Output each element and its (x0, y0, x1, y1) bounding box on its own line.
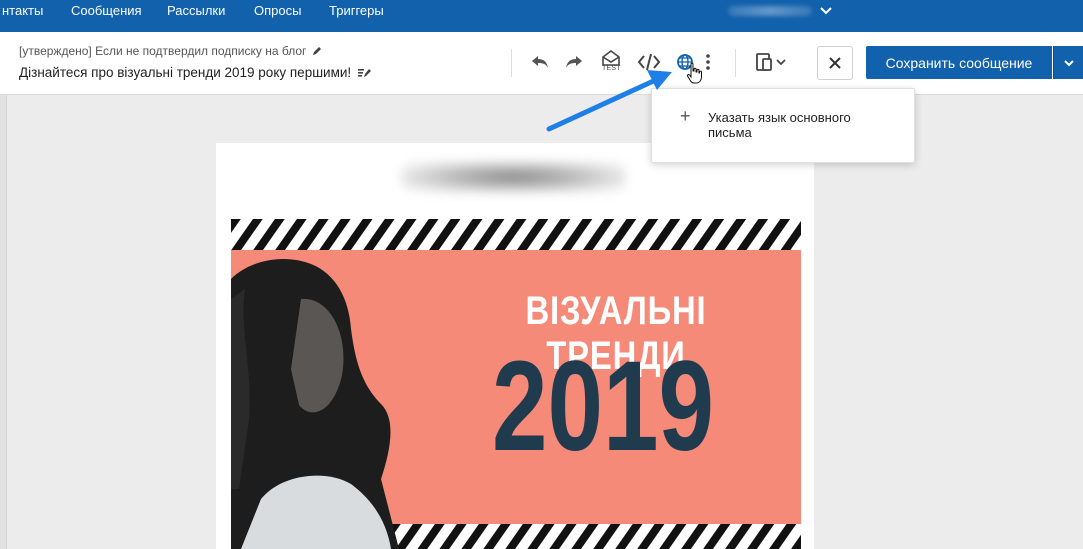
left-panel-edge (0, 95, 7, 549)
redo-icon (566, 56, 582, 68)
preheader-line[interactable]: Дізнайтеся про візуальні тренди 2019 рок… (19, 65, 372, 80)
chevron-down-icon[interactable] (817, 2, 835, 20)
more-options-button[interactable] (697, 48, 719, 76)
pencil-icon[interactable] (312, 46, 322, 56)
undo-icon (532, 56, 548, 68)
set-primary-language-item[interactable]: + Указать язык основного письма (652, 89, 914, 162)
toolbar-divider (735, 49, 736, 77)
close-button[interactable] (817, 46, 853, 80)
device-preview-icon (756, 53, 772, 71)
nav-item-mailings[interactable]: Рассылки (167, 0, 225, 22)
close-icon (829, 57, 841, 69)
device-preview-button[interactable] (750, 48, 792, 76)
nav-item-messages[interactable]: Сообщения (71, 0, 142, 22)
preheader-text: Дізнайтеся про візуальні тренди 2019 рок… (19, 65, 352, 80)
message-header: [утверждено] Если не подтвердил подписку… (0, 32, 1083, 95)
subject-text: [утверждено] Если не подтвердил подписку… (19, 44, 307, 58)
email-preview[interactable]: ВІЗУАЛЬНІ ТРЕНДИ 2019 (216, 143, 814, 549)
banner-year: 2019 (491, 335, 715, 478)
edit-text-icon[interactable] (358, 67, 372, 78)
nav-item-triggers[interactable]: Триггеры (329, 0, 384, 22)
code-view-button[interactable] (635, 48, 663, 76)
redo-button[interactable] (560, 48, 588, 76)
plus-icon: + (680, 106, 691, 126)
test-label: TEST (602, 65, 621, 72)
account-name-blurred[interactable] (728, 6, 812, 16)
save-message-button[interactable]: Сохранить сообщение (866, 46, 1052, 79)
chevron-down-icon (1064, 59, 1074, 66)
top-navigation: нтакты Сообщения Рассылки Опросы Триггер… (0, 0, 1083, 32)
subject-line[interactable]: [утверждено] Если не подтвердил подписку… (19, 44, 322, 58)
language-dropdown-menu: + Указать язык основного письма (651, 88, 915, 163)
logo-blurred (401, 161, 626, 193)
nav-item-contacts[interactable]: нтакты (2, 0, 43, 22)
chevron-down-icon (776, 59, 786, 66)
code-icon (637, 53, 661, 71)
more-vert-icon (706, 54, 710, 70)
nav-item-surveys[interactable]: Опросы (254, 0, 301, 22)
set-primary-language-label: Указать язык основного письма (708, 110, 851, 140)
toolbar-divider (511, 49, 512, 77)
undo-button[interactable] (526, 48, 554, 76)
save-options-dropdown[interactable] (1053, 46, 1083, 79)
hero-banner[interactable]: ВІЗУАЛЬНІ ТРЕНДИ 2019 (231, 219, 801, 549)
